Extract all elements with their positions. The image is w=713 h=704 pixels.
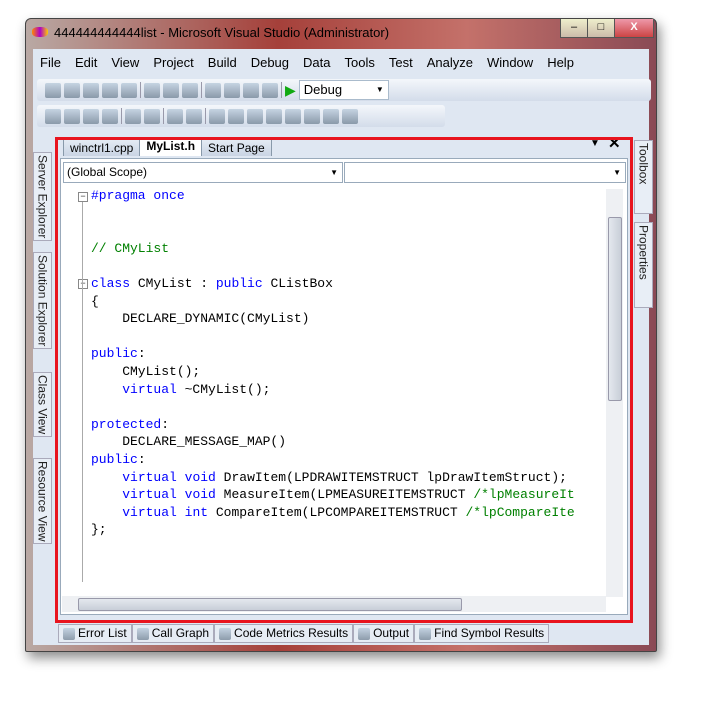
bookmark-icon[interactable] — [209, 108, 225, 124]
toolbar-icon[interactable] — [102, 108, 118, 124]
tab-error-list[interactable]: Error List — [58, 624, 132, 643]
panel-label: Class View — [35, 375, 50, 435]
menu-window[interactable]: Window — [480, 53, 540, 73]
navigate-icon[interactable] — [243, 82, 259, 98]
new-project-icon[interactable] — [45, 82, 61, 98]
visual-studio-icon — [32, 27, 48, 37]
add-item-icon[interactable] — [64, 82, 80, 98]
tool-window-icon — [136, 627, 149, 640]
tab-find-symbol-results[interactable]: Find Symbol Results — [414, 624, 550, 643]
tab-label: Find Symbol Results — [434, 626, 545, 640]
bookmark-icon[interactable] — [342, 108, 358, 124]
highlight-rectangle — [55, 137, 633, 623]
tool-window-icon — [419, 627, 432, 640]
bookmark-icon[interactable] — [285, 108, 301, 124]
panel-solution-explorer[interactable]: Solution Explorer — [33, 252, 52, 350]
config-value: Debug — [303, 82, 343, 97]
separator — [140, 82, 141, 98]
menu-debug[interactable]: Debug — [244, 53, 296, 73]
close-button[interactable]: X — [614, 19, 654, 38]
bookmark-icon[interactable] — [266, 108, 282, 124]
indent-icon[interactable] — [125, 108, 141, 124]
bookmark-icon[interactable] — [247, 108, 263, 124]
toolbar-icon[interactable] — [64, 108, 80, 124]
tab-label: Error List — [78, 626, 127, 640]
menu-help[interactable]: Help — [540, 53, 581, 73]
undo-icon[interactable] — [205, 82, 221, 98]
tab-label: Output — [373, 626, 410, 640]
panel-properties[interactable]: Properties — [634, 222, 653, 308]
tool-window-icon — [219, 627, 232, 640]
panel-class-view[interactable]: Class View — [33, 372, 52, 438]
menu-file[interactable]: File — [33, 53, 68, 73]
copy-icon[interactable] — [163, 82, 179, 98]
panel-toolbox[interactable]: Toolbox — [634, 140, 653, 214]
config-dropdown[interactable]: Debug ▼ — [298, 80, 389, 100]
tool-window-tabs: Error List Call Graph Code Metrics Results… — [58, 624, 550, 643]
panel-label: Solution Explorer — [35, 255, 50, 347]
menu-edit[interactable]: Edit — [68, 53, 104, 73]
navigate-forward-icon[interactable] — [262, 82, 278, 98]
tab-code-metrics-results[interactable]: Code Metrics Results — [214, 624, 354, 643]
separator — [201, 82, 202, 98]
tool-window-icon — [358, 627, 371, 640]
standard-toolbar: ▶ Debug ▼ — [37, 79, 651, 101]
window-title: 444444444444list - Microsoft Visual Stud… — [54, 25, 390, 40]
toolbar-icon[interactable] — [83, 108, 99, 124]
tab-call-graph[interactable]: Call Graph — [131, 624, 215, 643]
bookmark-icon[interactable] — [323, 108, 339, 124]
menu-analyze[interactable]: Analyze — [420, 53, 480, 73]
toolbar-icon[interactable] — [45, 108, 61, 124]
tool-window-icon — [63, 627, 75, 640]
uncomment-icon[interactable] — [186, 108, 202, 124]
menu-bar: File Edit View Project Build Debug Data Tools Te… — [33, 53, 581, 73]
panel-resource-view[interactable]: Resource View — [33, 458, 52, 545]
outdent-icon[interactable] — [144, 108, 160, 124]
maximize-button[interactable]: □ — [587, 19, 615, 38]
menu-data[interactable]: Data — [296, 53, 337, 73]
save-all-icon[interactable] — [121, 82, 137, 98]
separator — [205, 108, 206, 124]
separator — [163, 108, 164, 124]
panel-label: Toolbox — [636, 143, 651, 185]
menu-build[interactable]: Build — [201, 53, 244, 73]
panel-label: Server Explorer — [35, 155, 50, 239]
bookmark-icon[interactable] — [228, 108, 244, 124]
menu-project[interactable]: Project — [146, 53, 200, 73]
paste-icon[interactable] — [182, 82, 198, 98]
panel-label: Resource View — [35, 461, 50, 542]
separator — [281, 82, 282, 98]
tab-label: Code Metrics Results — [234, 626, 349, 640]
menu-view[interactable]: View — [104, 53, 146, 73]
minimize-button[interactable]: – — [560, 19, 588, 38]
bookmark-icon[interactable] — [304, 108, 320, 124]
separator — [121, 108, 122, 124]
comment-icon[interactable] — [167, 108, 183, 124]
save-icon[interactable] — [102, 82, 118, 98]
panel-server-explorer[interactable]: Server Explorer — [33, 152, 52, 242]
start-debug-icon[interactable]: ▶ — [285, 82, 296, 99]
text-editor-toolbar — [37, 105, 445, 127]
redo-icon[interactable] — [224, 82, 240, 98]
tab-label: Call Graph — [151, 626, 210, 640]
panel-label: Properties — [636, 225, 651, 280]
menu-tools[interactable]: Tools — [337, 53, 381, 73]
cut-icon[interactable] — [144, 82, 160, 98]
menu-test[interactable]: Test — [382, 53, 420, 73]
tab-output[interactable]: Output — [353, 624, 415, 643]
chevron-down-icon: ▼ — [375, 85, 384, 94]
open-icon[interactable] — [83, 82, 99, 98]
